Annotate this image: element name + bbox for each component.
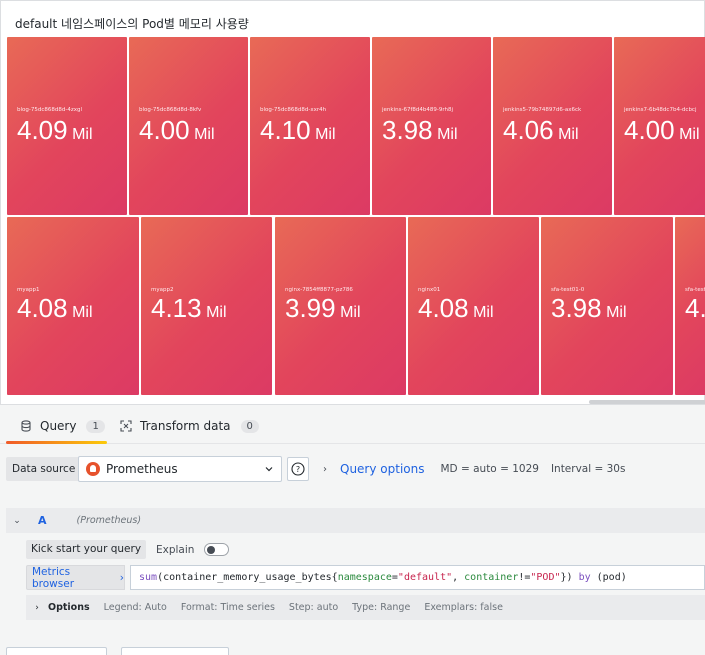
stat-card[interactable]: jenkins-67f8d4b489-9rh8j 3.98 Mil (372, 37, 491, 215)
query-options-toggle[interactable]: Query options (340, 462, 424, 476)
stat-card[interactable]: blog-75dc868d8d-4zxgl 4.09 Mil (7, 37, 127, 215)
add-expression-button[interactable] (121, 647, 229, 655)
stat-card[interactable]: jenkins7-6b48dc7b4-dcbcj 4.00 Mil (614, 37, 705, 215)
stat-card-value: 4.06 Mil (503, 115, 579, 145)
option-format: Format: Time series (180, 602, 275, 613)
stat-card[interactable]: sfa-test01-0 3.98 Mil (541, 217, 673, 395)
stat-card-name: blog-75dc868d8d-xxr4h (260, 107, 327, 113)
stat-card-value: 4.08 Mil (418, 293, 494, 323)
svg-text:?: ? (296, 465, 300, 474)
stat-card[interactable]: myapp1 4.08 Mil (7, 217, 139, 395)
option-type: Type: Range (352, 602, 411, 613)
stat-card-name: jenkins5-79b74897d6-ax6ck (503, 107, 582, 113)
stat-card-value: 4.00 Mil (624, 115, 700, 145)
datasource-help-button[interactable]: ? (287, 457, 309, 481)
stat-card-name: blog-75dc868d8d-4zxgl (17, 107, 82, 113)
tab-query-label: Query (40, 419, 77, 433)
prometheus-icon (86, 462, 100, 476)
tab-transform[interactable]: Transform data 0 (120, 408, 259, 444)
stat-card-value: 3.99 Mil (285, 293, 361, 323)
editor-tabs: Query 1 Transform data 0 (0, 408, 705, 444)
stat-card-name: jenkins7-6b48dc7b4-dcbcj (624, 107, 697, 113)
option-legend: Legend: Auto (103, 602, 167, 613)
active-tab-indicator (6, 441, 107, 444)
stat-card-value: 3.98 Mil (382, 115, 458, 145)
stat-card-value: 4.10 Mil (260, 115, 336, 145)
query-datasource-name: (Prometheus) (76, 515, 142, 526)
transform-icon (120, 420, 132, 432)
tab-query[interactable]: Query 1 (20, 408, 105, 444)
metrics-browser-button[interactable]: Metrics browser › (26, 565, 125, 590)
horizontal-scrollbar[interactable] (589, 400, 705, 404)
stat-card[interactable]: sfa-test 4. (675, 217, 705, 395)
stat-card-value: 4.00 Mil (139, 115, 215, 145)
panel-title[interactable]: default 네임스페이스의 Pod별 메모리 사용량 (15, 15, 249, 32)
explain-toggle[interactable]: Explain (156, 540, 230, 559)
tab-transform-count: 0 (240, 419, 259, 433)
add-query-button[interactable] (6, 647, 107, 655)
stat-card-value: 4. (685, 293, 705, 323)
chevron-down-icon (265, 467, 273, 472)
datasource-selected: Prometheus (106, 462, 178, 476)
tab-query-count: 1 (86, 419, 105, 433)
stat-card-value: 4.13 Mil (151, 293, 227, 323)
query-options[interactable]: › Query options MD = auto = 1029 Interva… (316, 457, 625, 481)
chevron-right-icon: › (119, 571, 124, 584)
database-icon (20, 420, 32, 432)
stat-card-value: 4.08 Mil (17, 293, 93, 323)
stat-card-name: blog-75dc868d8d-8kfv (139, 107, 202, 113)
stat-card[interactable]: nginx-7854ff8877-pz786 3.99 Mil (275, 217, 406, 395)
chevron-right-icon: › (323, 463, 327, 475)
query-options-interval: Interval = 30s (550, 463, 626, 475)
query-ref-id[interactable]: A (38, 514, 47, 527)
datasource-picker[interactable]: Prometheus (78, 456, 282, 482)
option-exemplars: Exemplars: false (424, 602, 503, 613)
query-options-md: MD = auto = 1029 (440, 463, 539, 475)
stat-card[interactable]: myapp2 4.13 Mil (141, 217, 272, 395)
stat-card[interactable]: nginx01 4.08 Mil (408, 217, 539, 395)
datasource-row: Data source Prometheus ? › Query options… (0, 450, 705, 486)
chevron-down-icon[interactable]: ⌄ (6, 516, 28, 526)
datasource-label: Data source (6, 457, 82, 481)
options-label[interactable]: Options (48, 602, 90, 613)
metrics-browser-label: Metrics browser (32, 565, 75, 590)
stat-panel: default 네임스페이스의 Pod별 메모리 사용량 blog-75dc86… (0, 0, 705, 405)
stat-card-name: jenkins-67f8d4b489-9rh8j (382, 107, 454, 113)
chevron-right-icon[interactable]: › (26, 603, 48, 613)
tab-transform-label: Transform data (140, 419, 231, 433)
option-step: Step: auto (288, 602, 339, 613)
stat-card[interactable]: blog-75dc868d8d-8kfv 4.00 Mil (129, 37, 248, 215)
stat-card[interactable]: jenkins5-79b74897d6-ax6ck 4.06 Mil (493, 37, 612, 215)
stat-card-value: 3.98 Mil (551, 293, 627, 323)
kick-start-button[interactable]: Kick start your query (26, 540, 147, 559)
stat-card[interactable]: blog-75dc868d8d-xxr4h 4.10 Mil (250, 37, 370, 215)
stat-card-value: 4.09 Mil (17, 115, 93, 145)
query-options-row[interactable]: › Options Legend: Auto Format: Time seri… (26, 595, 705, 620)
explain-label: Explain (156, 543, 195, 556)
question-circle-icon: ? (291, 462, 305, 476)
query-row-header[interactable]: ⌄ A (Prometheus) (6, 508, 705, 533)
promql-query-editor[interactable]: sum(container_memory_usage_bytes{namespa… (130, 565, 705, 590)
explain-switch[interactable] (204, 543, 230, 556)
